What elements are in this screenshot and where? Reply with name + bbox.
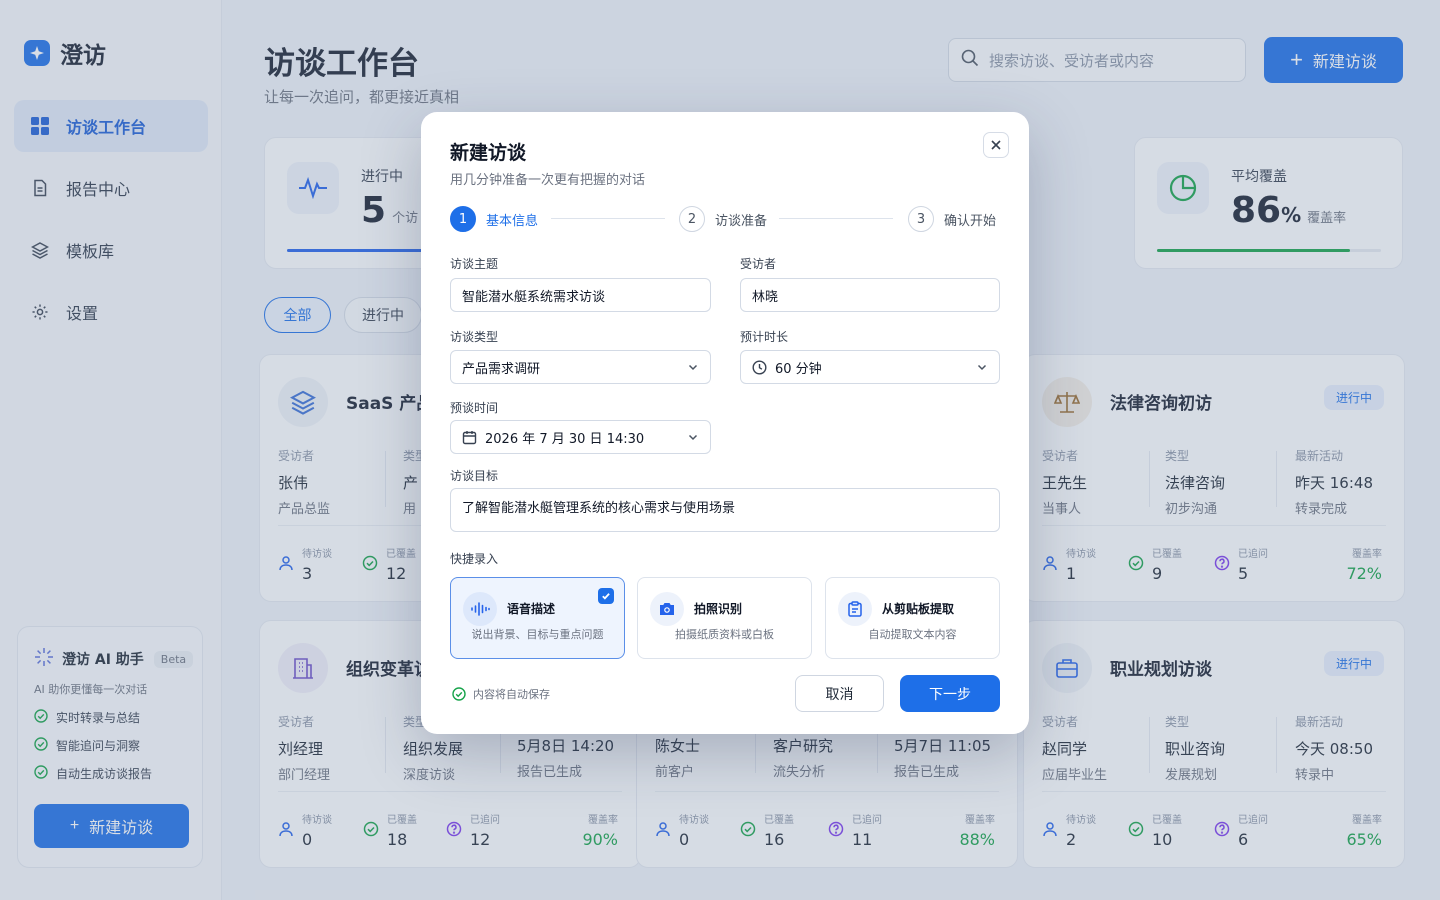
duration-label: 预计时长 [740, 330, 789, 344]
interviewee-input[interactable]: 林晓 [740, 278, 1000, 312]
autosave-note: 内容将自动保存 [452, 686, 550, 702]
chevron-down-icon [688, 364, 698, 371]
duration-select[interactable]: 60 分钟 [740, 350, 1000, 384]
checkbox-checked-icon[interactable] [598, 588, 614, 604]
step-confirm[interactable]: 3 确认开始 [908, 206, 996, 232]
quick-photo-option[interactable]: 拍照识别 拍摄纸质资料或白板 [637, 577, 812, 659]
step-connector [779, 218, 893, 219]
quick-clipboard-option[interactable]: 从剪贴板提取 自动提取文本内容 [825, 577, 1000, 659]
check-circle-icon [452, 687, 466, 701]
quick-entry-label: 快捷录入 [450, 552, 499, 566]
chevron-down-icon [977, 364, 987, 371]
close-icon [991, 140, 1001, 150]
goal-textarea[interactable]: 了解智能潜水艇管理系统的核心需求与使用场景 [450, 488, 1000, 532]
time-picker[interactable]: 2026 年 7 月 30 日 14:30 [450, 420, 711, 454]
step-basic-info[interactable]: 1 基本信息 [450, 206, 538, 232]
chevron-down-icon [688, 434, 698, 441]
new-interview-dialog: 新建访谈 用几分钟准备一次更有把握的对话 1 基本信息 2 访谈准备 3 确认开始 访… [421, 112, 1029, 734]
calendar-icon [462, 430, 477, 444]
quick-voice-option[interactable]: 语音描述 说出背景、目标与重点问题 [450, 577, 625, 659]
topic-input[interactable]: 智能潜水艇系统需求访谈 [450, 278, 711, 312]
waveform-icon [463, 592, 497, 626]
next-step-button[interactable]: 下一步 [900, 675, 1000, 712]
dialog-title: 新建访谈 [450, 142, 527, 164]
step-preparation[interactable]: 2 访谈准备 [679, 206, 767, 232]
type-select[interactable]: 产品需求调研 [450, 350, 711, 384]
step-connector [551, 218, 665, 219]
interviewee-label: 受访者 [740, 257, 777, 271]
topic-label: 访谈主题 [450, 257, 499, 271]
close-button[interactable] [983, 132, 1009, 158]
clock-icon [752, 359, 767, 375]
type-label: 访谈类型 [450, 330, 499, 344]
clipboard-icon [838, 592, 872, 626]
camera-icon [650, 592, 684, 626]
time-label: 预谈时间 [450, 401, 499, 415]
goal-label: 访谈目标 [450, 469, 499, 483]
dialog-subtitle: 用几分钟准备一次更有把握的对话 [450, 173, 646, 188]
cancel-button[interactable]: 取消 [795, 675, 884, 712]
